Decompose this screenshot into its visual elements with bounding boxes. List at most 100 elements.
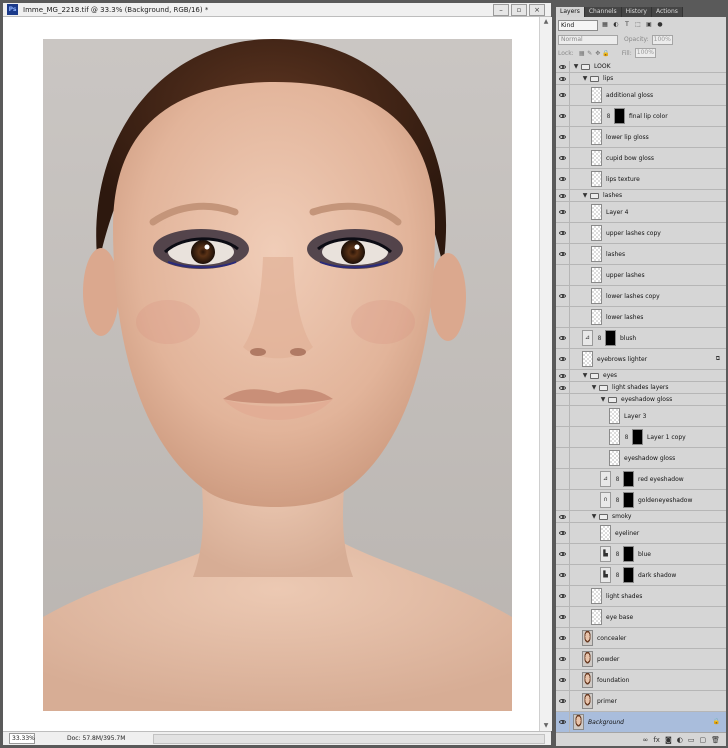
scroll-up-icon[interactable]: ▲ <box>542 18 550 26</box>
minimize-button[interactable]: – <box>493 4 509 16</box>
visibility-toggle[interactable] <box>556 394 570 405</box>
visibility-toggle[interactable] <box>556 265 570 285</box>
expand-triangle-icon[interactable]: ▼ <box>582 192 588 199</box>
layer-name[interactable]: cupid bow gloss <box>606 155 654 162</box>
layer-row[interactable]: ⊿ 8 blush <box>556 328 726 349</box>
chain-link-icon[interactable]: 8 <box>615 497 620 504</box>
tab-history[interactable]: History <box>621 7 652 17</box>
layer-group-row[interactable]: ▼ smoky <box>556 511 726 523</box>
visibility-toggle[interactable] <box>556 286 570 306</box>
visibility-toggle[interactable] <box>556 670 570 690</box>
layer-name[interactable]: lips <box>603 75 613 82</box>
layer-name[interactable]: primer <box>597 698 617 705</box>
layer-name[interactable]: lashes <box>606 251 625 258</box>
layer-row[interactable]: Layer 4 <box>556 202 726 223</box>
visibility-toggle[interactable] <box>556 448 570 468</box>
adjustment-layer-icon[interactable]: ▙ <box>600 567 611 583</box>
layer-thumbnail[interactable] <box>591 309 602 325</box>
close-button[interactable]: × <box>529 4 545 16</box>
lock-position-icon[interactable]: ✥ <box>594 50 602 57</box>
layer-name[interactable]: Layer 4 <box>606 209 628 216</box>
layer-group-row[interactable]: ▼ LOOK <box>556 61 726 73</box>
layer-thumbnail[interactable] <box>609 429 620 445</box>
layer-group-row[interactable]: ▼ eyeshadow gloss <box>556 394 726 406</box>
chain-link-icon[interactable]: 8 <box>606 113 611 120</box>
adjustment-layer-icon[interactable]: ⊿ <box>600 471 611 487</box>
fx-icon[interactable]: fx <box>653 736 660 744</box>
filter-kind-select[interactable]: Kind <box>558 19 598 31</box>
layer-row[interactable]: upper lashes <box>556 265 726 286</box>
visibility-toggle[interactable] <box>556 85 570 105</box>
layer-thumbnail[interactable] <box>573 714 584 730</box>
visibility-toggle[interactable] <box>556 544 570 564</box>
expand-triangle-icon[interactable]: ▼ <box>591 384 597 391</box>
layer-name[interactable]: final lip color <box>629 113 668 120</box>
visibility-toggle[interactable] <box>556 127 570 147</box>
layer-name[interactable]: light shades <box>606 593 642 600</box>
zoom-level-field[interactable]: 33.33% <box>9 733 35 744</box>
expand-triangle-icon[interactable]: ▼ <box>582 372 588 379</box>
chain-link-icon[interactable]: 8 <box>615 572 620 579</box>
layer-thumbnail[interactable] <box>591 609 602 625</box>
visibility-toggle[interactable] <box>556 523 570 543</box>
layer-name[interactable]: dark shadow <box>638 572 676 579</box>
layer-row[interactable]: ∩ 8 goldeneyeshadow <box>556 490 726 511</box>
layer-row[interactable]: lips texture <box>556 169 726 190</box>
adjustment-layer-icon[interactable]: ▙ <box>600 546 611 562</box>
layer-thumbnail[interactable] <box>600 525 611 541</box>
lock-all-icon[interactable]: 🔒 <box>602 50 610 57</box>
layer-name[interactable]: eyeshadow gloss <box>624 455 675 462</box>
expand-triangle-icon[interactable]: ▼ <box>573 63 579 70</box>
layer-group-row[interactable]: ▼ lips <box>556 73 726 85</box>
layer-row[interactable]: 8 Layer 1 copy <box>556 427 726 448</box>
image-canvas[interactable] <box>3 17 539 731</box>
trash-icon[interactable]: 🗑 <box>711 736 720 744</box>
visibility-toggle[interactable] <box>556 406 570 426</box>
layer-name[interactable]: Layer 3 <box>624 413 646 420</box>
layer-thumbnail[interactable] <box>591 204 602 220</box>
visibility-toggle[interactable] <box>556 427 570 447</box>
layer-row[interactable]: 8 final lip color <box>556 106 726 127</box>
chain-link-icon[interactable]: 8 <box>615 551 620 558</box>
layer-name[interactable]: eyeliner <box>615 530 639 537</box>
mask-thumbnail[interactable] <box>632 429 643 445</box>
adjustment-layer-icon[interactable]: ⊿ <box>582 330 593 346</box>
layer-name[interactable]: eyebrows lighter <box>597 356 647 363</box>
visibility-toggle[interactable] <box>556 169 570 189</box>
layer-group-row[interactable]: ▼ light shades layers <box>556 382 726 394</box>
layer-row[interactable]: ▙ 8 blue <box>556 544 726 565</box>
type-filter-icon[interactable]: T <box>623 21 631 29</box>
layer-row[interactable]: lower lip gloss <box>556 127 726 148</box>
mask-icon[interactable]: ◙ <box>665 736 672 744</box>
visibility-toggle[interactable] <box>556 61 570 72</box>
visibility-toggle[interactable] <box>556 202 570 222</box>
layer-name[interactable]: lower lashes copy <box>606 293 660 300</box>
layer-thumbnail[interactable] <box>591 129 602 145</box>
visibility-toggle[interactable] <box>556 223 570 243</box>
visibility-toggle[interactable] <box>556 106 570 126</box>
layer-row[interactable]: powder <box>556 649 726 670</box>
layer-thumbnail[interactable] <box>591 150 602 166</box>
layer-thumbnail[interactable] <box>582 672 593 688</box>
lock-image-icon[interactable]: ✎ <box>586 50 594 57</box>
layer-name[interactable]: concealer <box>597 635 626 642</box>
layer-row[interactable]: light shades <box>556 586 726 607</box>
layer-thumbnail[interactable] <box>591 246 602 262</box>
vertical-scrollbar[interactable]: ▲ ▼ <box>539 17 552 731</box>
layer-name[interactable]: eye base <box>606 614 633 621</box>
layer-row[interactable]: Layer 3 <box>556 406 726 427</box>
visibility-toggle[interactable] <box>556 382 570 393</box>
document-titlebar[interactable]: Ps Imme_MG_2218.tif @ 33.3% (Background,… <box>3 3 551 17</box>
layer-name[interactable]: lashes <box>603 192 622 199</box>
visibility-toggle[interactable] <box>556 607 570 627</box>
layer-row[interactable]: primer <box>556 691 726 712</box>
visibility-toggle[interactable] <box>556 712 570 732</box>
tab-channels[interactable]: Channels <box>584 7 622 17</box>
visibility-toggle[interactable] <box>556 628 570 648</box>
mask-thumbnail[interactable] <box>614 108 625 124</box>
visibility-toggle[interactable] <box>556 586 570 606</box>
layer-row[interactable]: lower lashes <box>556 307 726 328</box>
layer-row[interactable]: eyebrows lighter ⧉ <box>556 349 726 370</box>
visibility-toggle[interactable] <box>556 73 570 84</box>
visibility-toggle[interactable] <box>556 511 570 522</box>
